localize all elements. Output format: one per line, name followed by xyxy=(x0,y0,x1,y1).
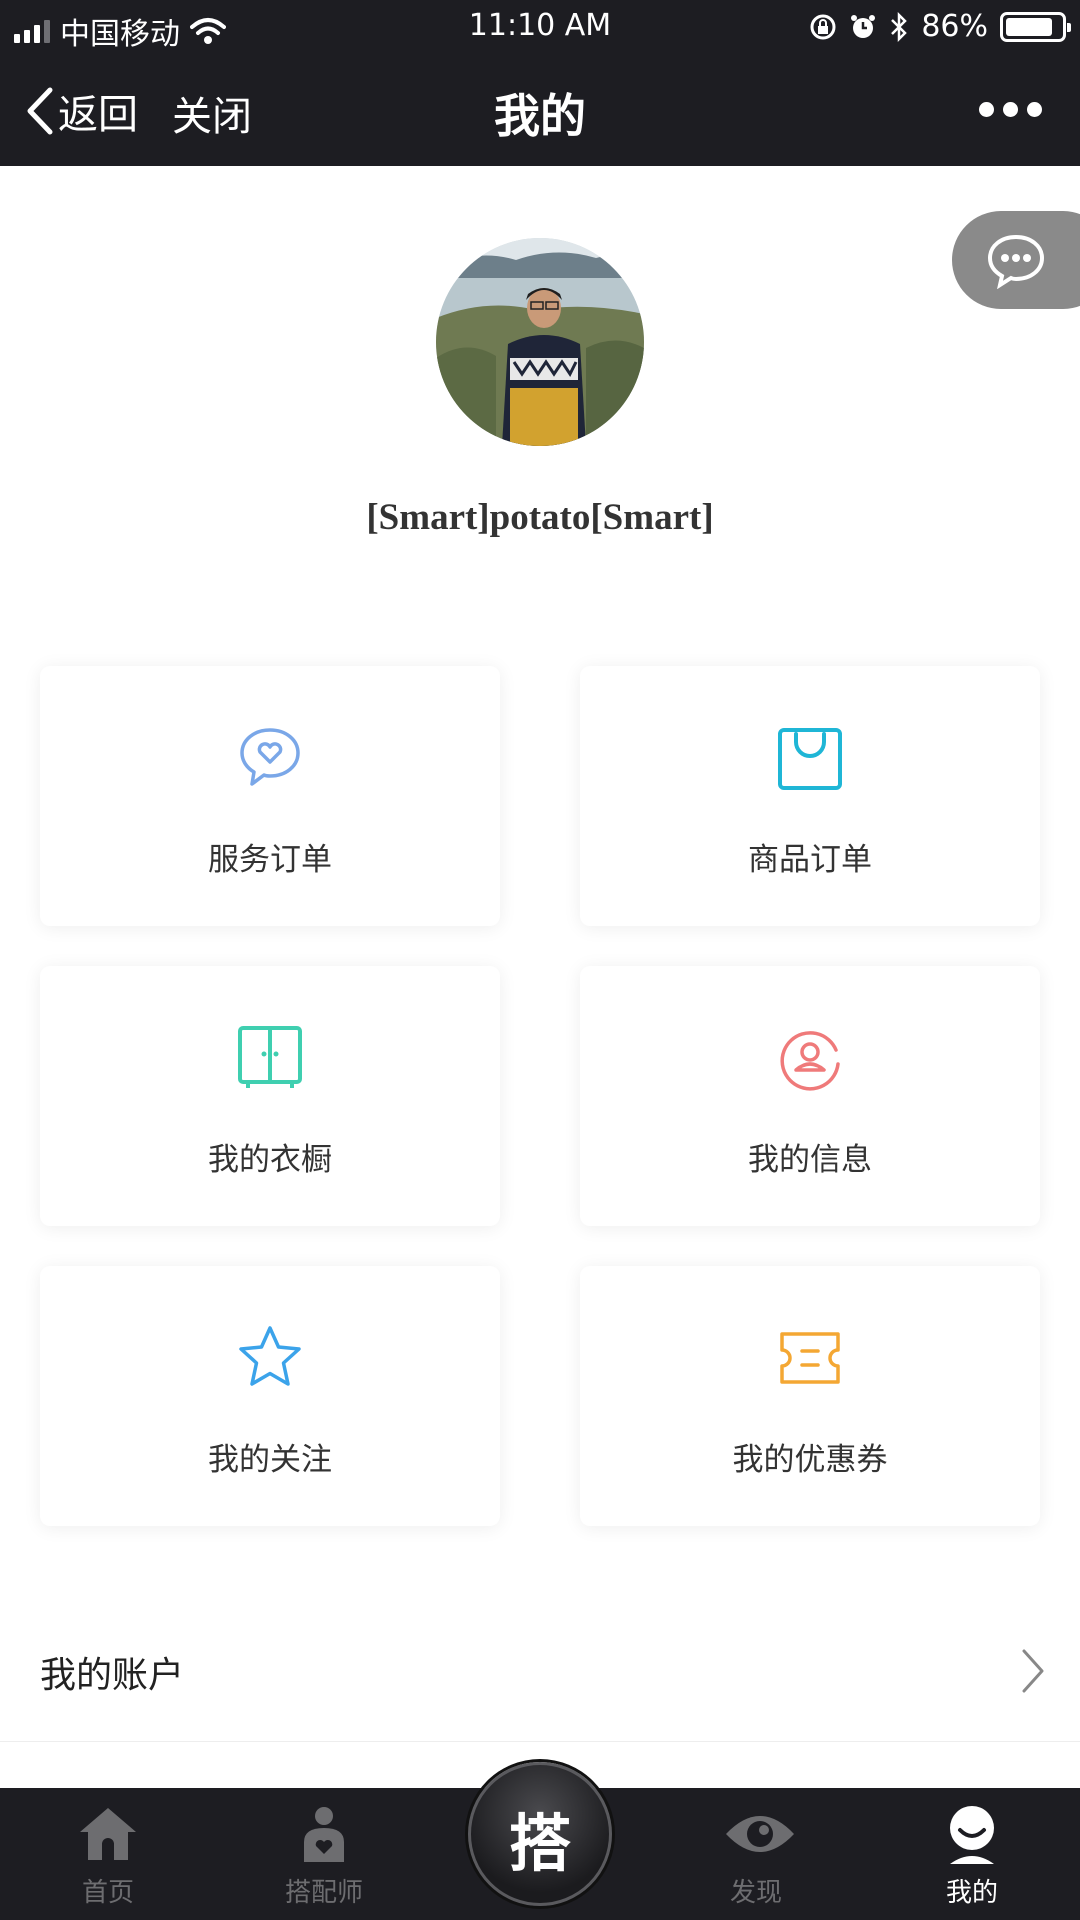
tab-stylist[interactable]: 搭配师 xyxy=(254,1788,394,1920)
floating-chat-button[interactable] xyxy=(952,211,1080,309)
my-account-row[interactable]: 我的账户 xyxy=(0,1600,1080,1742)
account-label: 我的账户 xyxy=(40,1655,185,1696)
avatar[interactable] xyxy=(436,238,644,446)
page-title: 我的 xyxy=(494,89,586,143)
star-icon xyxy=(239,1326,301,1386)
eye-icon xyxy=(726,1816,794,1852)
card-label: 我的关注 xyxy=(208,1442,332,1478)
tab-label: 搭配师 xyxy=(284,1878,363,1908)
center-button-label: 搭 xyxy=(508,1807,571,1880)
my-coupons-card[interactable]: 我的优惠券 xyxy=(580,1266,1040,1526)
tab-home[interactable]: 首页 xyxy=(38,1788,178,1920)
avatar-photo xyxy=(436,238,644,446)
tab-me[interactable]: 我的 xyxy=(902,1788,1042,1920)
chevron-right-icon xyxy=(1022,1649,1044,1693)
more-options-button[interactable] xyxy=(979,102,1042,117)
tab-label: 发现 xyxy=(729,1878,782,1908)
tab-discover[interactable]: 发现 xyxy=(686,1788,826,1920)
home-icon xyxy=(80,1808,136,1860)
chat-bubble-icon xyxy=(987,234,1045,289)
status-bar: 中国移动 11:10 AM 86% xyxy=(0,0,1080,54)
alarm-icon xyxy=(851,14,876,38)
wardrobe-icon xyxy=(238,1026,302,1088)
shopping-bag-icon xyxy=(778,728,842,790)
chat-heart-icon xyxy=(240,728,300,786)
product-orders-card[interactable]: 商品订单 xyxy=(580,666,1040,926)
card-label: 我的优惠券 xyxy=(732,1442,888,1478)
tab-label: 我的 xyxy=(945,1878,998,1908)
user-circle-icon xyxy=(780,1031,840,1091)
my-info-card[interactable]: 我的信息 xyxy=(580,966,1040,1226)
battery-percent: 86% xyxy=(921,9,988,44)
username: [Smart]potato[Smart] xyxy=(366,497,714,538)
coupon-icon xyxy=(780,1332,840,1384)
profile-icon xyxy=(950,1806,994,1864)
card-label: 商品订单 xyxy=(748,842,872,878)
my-wardrobe-card[interactable]: 我的衣橱 xyxy=(40,966,500,1226)
my-follows-card[interactable]: 我的关注 xyxy=(40,1266,500,1526)
bluetooth-icon xyxy=(891,11,908,42)
service-orders-card[interactable]: 服务订单 xyxy=(40,666,500,926)
center-match-button[interactable]: 搭 xyxy=(468,1762,612,1906)
battery-icon xyxy=(1000,11,1071,42)
stylist-icon xyxy=(304,1807,344,1862)
tab-label: 首页 xyxy=(81,1878,134,1908)
rotation-lock-icon xyxy=(810,14,836,39)
card-label: 我的信息 xyxy=(748,1142,872,1178)
nav-bar: 返回 关闭 我的 xyxy=(0,54,1080,166)
card-label: 我的衣橱 xyxy=(208,1142,332,1178)
card-label: 服务订单 xyxy=(208,842,332,878)
